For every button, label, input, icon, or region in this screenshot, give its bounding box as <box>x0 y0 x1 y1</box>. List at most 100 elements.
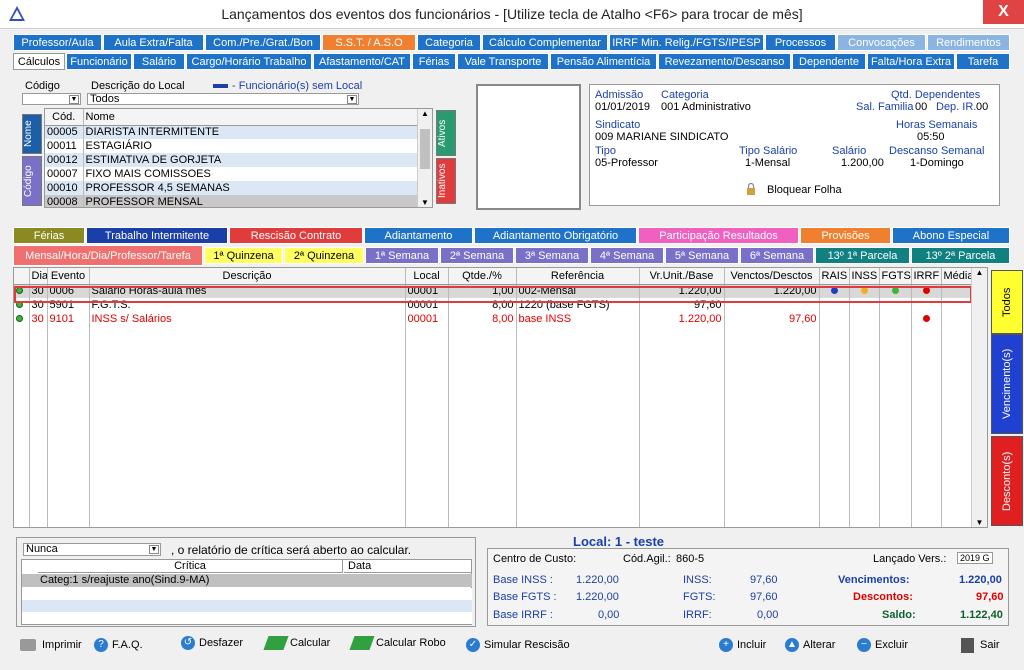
tab-6-semana[interactable]: 6ª Semana <box>740 247 814 264</box>
tab-2-quinzena[interactable]: 2ª Quinzena <box>284 247 364 264</box>
tab-vale-transporte[interactable]: Vale Transporte <box>457 53 549 70</box>
sair-button[interactable]: Sair <box>961 636 1000 654</box>
tab-rendimentos[interactable]: Rendimentos <box>927 34 1010 51</box>
title-bar: Lançamentos dos eventos dos funcionários… <box>0 0 1024 29</box>
imprimir-button[interactable]: Imprimir <box>20 636 82 654</box>
tab-rescisao[interactable]: Rescisão Contrato <box>229 227 363 244</box>
scroll-down-icon[interactable]: ▼ <box>972 518 987 527</box>
tab-dependente[interactable]: Dependente <box>792 53 866 70</box>
incluir-button[interactable]: + Incluir <box>719 636 766 654</box>
close-button[interactable]: X <box>983 0 1024 24</box>
tab-cargo-horario[interactable]: Cargo/Horário Trabalho <box>186 53 312 70</box>
tab-adiantamento-obrigatorio[interactable]: Adiantamento Obrigatório <box>474 227 637 244</box>
tab-participacao[interactable]: Participação Resultados <box>638 227 799 244</box>
tab-13-1-parcela[interactable]: 13º 1ª Parcela <box>815 247 910 264</box>
tab-adiantamento[interactable]: Adiantamento <box>364 227 473 244</box>
list-item[interactable]: 00011 ESTAGIÁRIO <box>45 139 418 153</box>
table-row[interactable]: 30 9101 INSS s/ Salários 00001 8,00 base… <box>14 312 972 326</box>
centro-custo-label: Centro de Custo: <box>493 553 577 565</box>
side-tab-ativos[interactable]: Ativos <box>436 110 456 156</box>
tab-comissoes[interactable]: Com./Pre./Grat./Bon <box>205 34 321 51</box>
emp-cod: 00010 <box>45 181 84 195</box>
alterar-button[interactable]: ▲ Alterar <box>785 636 835 654</box>
tab-sst-aso[interactable]: S.S.T. / A.S.O <box>322 34 416 51</box>
tab-afastamento[interactable]: Afastamento/CAT <box>313 53 411 70</box>
bloquear-folha-button[interactable]: Bloquear Folha <box>767 184 842 196</box>
tab-provisoes[interactable]: Provisões <box>800 227 891 244</box>
tab-revezamento[interactable]: Revezamento/Descanso <box>658 53 791 70</box>
col-divider <box>516 318 517 527</box>
col-data: Data <box>344 560 472 573</box>
list-item[interactable]: 00005 DIARISTA INTERMITENTE <box>45 125 418 139</box>
tab-irrf[interactable]: IRRF Min. Relig./FGTS/IPESP <box>609 34 764 51</box>
tab-5-semana[interactable]: 5ª Semana <box>665 247 739 264</box>
tab-funcionario[interactable]: Funcionário <box>66 53 132 70</box>
list-item-selected[interactable]: 00008 PROFESSOR MENSAL <box>45 195 418 207</box>
sindicato-value: 009 MARIANE SINDICATO <box>595 131 729 143</box>
side-tab-codigo[interactable]: Código <box>22 156 42 206</box>
base-fgts-label: Base FGTS : <box>493 591 557 603</box>
tab-trabalho-intermitente[interactable]: Trabalho Intermitente <box>86 227 228 244</box>
tab-calculo-complementar[interactable]: Cálculo Complementar <box>482 34 608 51</box>
scroll-thumb[interactable] <box>420 129 430 169</box>
tab-ferias-calc[interactable]: Férias <box>13 227 85 244</box>
tab-1-semana[interactable]: 1ª Semana <box>365 247 439 264</box>
tab-pensao[interactable]: Pensão Alimentícia <box>550 53 657 70</box>
faq-button[interactable]: ? F.A.Q. <box>94 636 143 654</box>
tab-2-semana[interactable]: 2ª Semana <box>440 247 514 264</box>
employee-list[interactable]: Cód. Nome 00005 DIARISTA INTERMITENTE 0001… <box>44 108 433 208</box>
tab-abono-especial[interactable]: Abono Especial <box>892 227 1010 244</box>
list-scrollbar[interactable]: ▲ ▼ <box>417 109 432 207</box>
tab-tarefa[interactable]: Tarefa <box>956 53 1010 70</box>
lancado-label: Lançado Vers.: <box>873 553 947 565</box>
codigo-select[interactable]: ▼ <box>22 93 81 105</box>
simulate-icon: ✓ <box>466 638 480 653</box>
tab-salario[interactable]: Salário <box>133 53 185 70</box>
cell-vr: 1.220,00 <box>639 312 725 326</box>
vtab-descontos[interactable]: Desconto(s) <box>991 436 1023 526</box>
emp-cod: 00005 <box>45 125 84 139</box>
scroll-up-icon[interactable]: ▲ <box>418 109 432 118</box>
list-item[interactable]: 00010 PROFESSOR 4,5 SEMANAS <box>45 181 418 195</box>
lock-icon[interactable] <box>746 182 756 195</box>
tab-convocacoes[interactable]: Convocações <box>837 34 926 51</box>
tab-falta-hora-extra[interactable]: Falta/Hora Extra <box>867 53 955 70</box>
descanso-value: 1-Domingo <box>910 157 964 169</box>
tab-categoria[interactable]: Categoria <box>417 34 481 51</box>
side-tab-inativos[interactable]: Inativos <box>436 158 456 204</box>
tab-calculos[interactable]: Cálculos <box>13 53 65 70</box>
col-dia: Dia <box>29 268 48 285</box>
tab-mensal[interactable]: Mensal/Hora/Dia/Professor/Tarefa <box>13 245 203 266</box>
emp-nome: ESTAGIÁRIO <box>83 139 418 153</box>
tab-aula-extra[interactable]: Aula Extra/Falta <box>103 34 204 51</box>
tab-processos[interactable]: Processos <box>765 34 836 51</box>
calcular-button[interactable]: Calcular <box>263 634 330 652</box>
simular-rescisao-button[interactable]: ✓ Simular Rescisão <box>466 636 570 654</box>
vtab-todos[interactable]: Todos <box>991 270 1023 334</box>
excluir-button[interactable]: − Excluir <box>857 636 908 654</box>
critica-table[interactable]: Crítica Data Categ:1 s/reajuste ano(Sind… <box>21 559 472 625</box>
events-scrollbar[interactable]: ▲ ▼ <box>971 268 987 527</box>
events-grid[interactable]: Dia Evento Descrição Local Qtde./% Refer… <box>13 267 988 528</box>
emp-nome: DIARISTA INTERMITENTE <box>83 125 418 139</box>
photo-frame[interactable] <box>476 84 581 210</box>
side-tab-nome[interactable]: Nome <box>22 114 42 154</box>
irrf-value: 0,00 <box>757 609 779 621</box>
sal-familia-label: Sal. Familia <box>856 101 914 113</box>
vtab-vencimentos[interactable]: Vencimento(s) <box>991 334 1023 434</box>
list-item[interactable]: 00012 ESTIMATIVA DE GORJETA <box>45 153 418 167</box>
local-select[interactable]: Todos ▼ <box>87 93 359 105</box>
tab-ferias[interactable]: Férias <box>412 53 456 70</box>
tab-13-2-parcela[interactable]: 13º 2ª Parcela <box>911 247 1010 264</box>
tab-3-semana[interactable]: 3ª Semana <box>515 247 589 264</box>
scroll-up-icon[interactable]: ▲ <box>972 268 987 277</box>
tab-1-quinzena[interactable]: 1ª Quinzena <box>204 247 283 264</box>
scroll-down-icon[interactable]: ▼ <box>418 198 432 207</box>
calcular-robo-button[interactable]: Calcular Robo <box>349 634 446 652</box>
desfazer-button[interactable]: ↺ Desfazer <box>181 634 243 652</box>
critica-select[interactable]: Nunca ▼ <box>23 543 161 556</box>
critica-row[interactable]: Categ:1 s/reajuste ano(Sind.9-MA) <box>22 574 472 587</box>
tab-4-semana[interactable]: 4ª Semana <box>590 247 664 264</box>
tab-professor-aula[interactable]: Professor/Aula <box>13 34 102 51</box>
list-item[interactable]: 00007 FIXO MAIS COMISSOES <box>45 167 418 181</box>
